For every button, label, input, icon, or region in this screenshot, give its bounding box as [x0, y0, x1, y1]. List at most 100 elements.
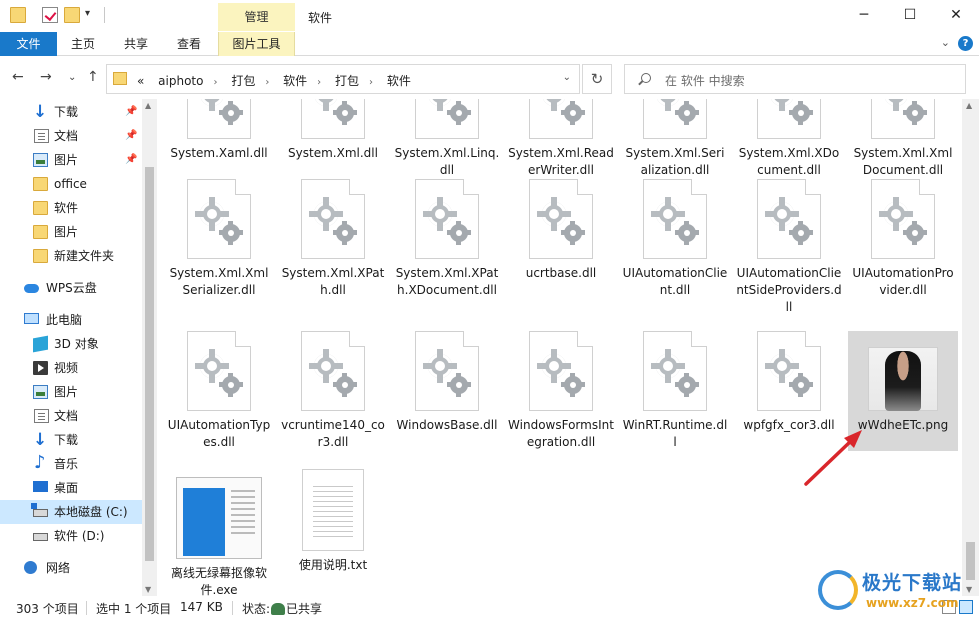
sidebar-item-pictures[interactable]: 图片	[0, 380, 142, 404]
minimize-button[interactable]: ─	[841, 0, 887, 32]
sidebar-item-new-folder[interactable]: 新建文件夹	[0, 244, 142, 268]
sidebar-item-label: 3D 对象	[54, 337, 99, 351]
content-scrollbar[interactable]: ▲ ▼	[962, 99, 979, 596]
file-item[interactable]: UIAutomationClient.dll	[620, 179, 730, 299]
scrollbar-thumb[interactable]	[145, 167, 154, 561]
folder-icon	[113, 72, 127, 85]
file-item[interactable]: System.Xml.XPath.XDocument.dll	[392, 179, 502, 299]
file-item[interactable]: vcruntime140_cor3.dll	[278, 331, 388, 451]
pin-icon[interactable]: 📌	[125, 124, 137, 148]
file-item[interactable]: WindowsBase.dll	[392, 331, 502, 434]
file-name: WindowsBase.dll	[396, 418, 498, 432]
file-item[interactable]: UIAutomationTypes.dll	[164, 331, 274, 451]
file-item[interactable]: System.Xml.XmlDocument.dll	[848, 99, 958, 179]
refresh-button[interactable]: ↻	[582, 64, 612, 94]
sidebar-item-label: office	[54, 177, 87, 191]
file-item[interactable]: System.Xml.Serialization.dll	[620, 99, 730, 179]
file-item[interactable]: System.Xml.ReaderWriter.dll	[506, 99, 616, 179]
sidebar-item-videos[interactable]: 视频	[0, 356, 142, 380]
sidebar-item-documents[interactable]: 文档	[0, 404, 142, 428]
scroll-down-icon[interactable]: ▼	[145, 585, 151, 594]
tab-view[interactable]: 查看	[168, 32, 210, 56]
sidebar-item-documents-pinned[interactable]: 文档 📌	[0, 124, 142, 148]
file-item[interactable]: ucrtbase.dll	[506, 179, 616, 282]
sidebar-item-software[interactable]: 软件	[0, 196, 142, 220]
file-item[interactable]: System.Xml.XmlSerializer.dll	[164, 179, 274, 299]
item-count: 303 个项目	[16, 602, 79, 616]
sidebar-item-this-pc[interactable]: 此电脑	[0, 308, 142, 332]
chevron-right-icon[interactable]: ›	[369, 77, 373, 88]
file-item[interactable]: 离线无绿幕抠像软件.exe	[164, 469, 274, 596]
sidebar-scrollbar[interactable]: ▲ ▼	[142, 99, 157, 596]
sidebar-item-music[interactable]: 音乐	[0, 451, 142, 476]
file-item[interactable]: System.Xml.XDocument.dll	[734, 99, 844, 179]
sidebar-item-downloads-pinned[interactable]: 下载 📌	[0, 100, 142, 124]
sidebar-item-pictures-folder[interactable]: 图片	[0, 220, 142, 244]
watermark: 极光下载站 www.xz7.com	[818, 566, 976, 614]
sidebar-item-office[interactable]: office	[0, 172, 142, 196]
breadcrumb-aiphoto[interactable]: aiphoto	[158, 74, 203, 88]
up-button[interactable]: ↑	[87, 69, 99, 85]
document-icon	[34, 129, 49, 143]
file-item[interactable]: System.Xml.dll	[278, 99, 388, 162]
file-item[interactable]: System.Xaml.dll	[164, 99, 274, 162]
pin-icon[interactable]: 📌	[125, 148, 137, 172]
file-item[interactable]: wpfgfx_cor3.dll	[734, 331, 844, 434]
music-icon	[33, 451, 48, 475]
address-row: ← → ⌄ ↑ « aiphoto › 打包 › 软件 › 打包 › 软件 ⌄ ↻ 在 …	[0, 57, 979, 99]
maximize-button[interactable]: ☐	[887, 0, 933, 32]
file-item[interactable]: 使用说明.txt	[278, 469, 388, 574]
forward-button[interactable]: →	[40, 69, 52, 85]
back-button[interactable]: ←	[12, 69, 24, 85]
file-item[interactable]: UIAutomationProvider.dll	[848, 179, 958, 299]
folder-icon[interactable]	[10, 7, 26, 23]
dll-file-icon	[871, 179, 935, 259]
breadcrumb-overflow[interactable]: «	[137, 74, 144, 88]
properties-icon[interactable]	[42, 7, 58, 23]
address-dropdown-icon[interactable]: ⌄	[563, 72, 571, 83]
chevron-right-icon[interactable]: ›	[265, 77, 269, 88]
sidebar-item-wps-cloud[interactable]: WPS云盘	[0, 276, 142, 300]
sidebar-item-label: 软件 (D:)	[54, 529, 105, 543]
help-icon[interactable]: ?	[958, 36, 973, 51]
file-item[interactable]: WinRT.Runtime.dll	[620, 331, 730, 451]
chevron-right-icon[interactable]: ›	[213, 77, 217, 88]
sidebar-item-downloads[interactable]: 下载	[0, 428, 142, 452]
file-item[interactable]: System.Xml.XPath.dll	[278, 179, 388, 299]
tab-picture-tools[interactable]: 图片工具	[218, 32, 295, 56]
tab-file[interactable]: 文件	[0, 32, 57, 56]
tab-home[interactable]: 主页	[62, 32, 104, 56]
recent-locations-icon[interactable]: ⌄	[68, 72, 76, 83]
tab-manage[interactable]: 管理	[218, 3, 295, 31]
scroll-up-icon[interactable]: ▲	[966, 101, 972, 110]
file-name: System.Xml.XPath.XDocument.dll	[395, 266, 499, 297]
sidebar-item-drive-c[interactable]: 本地磁盘 (C:)	[0, 500, 142, 524]
chevron-right-icon[interactable]: ›	[317, 77, 321, 88]
chevron-down-icon[interactable]: ⌄	[941, 36, 950, 49]
breadcrumb-pack2[interactable]: 打包	[335, 74, 359, 88]
breadcrumb-pack1[interactable]: 打包	[231, 74, 255, 88]
customize-quick-access-icon[interactable]: ▾	[85, 8, 90, 19]
file-item[interactable]: UIAutomationClientSideProviders.dll	[734, 179, 844, 316]
pin-icon[interactable]: 📌	[125, 100, 137, 124]
sidebar-item-desktop[interactable]: 桌面	[0, 476, 142, 500]
close-button[interactable]: ✕	[933, 0, 979, 32]
ribbon-tabs: 文件 主页 共享 查看 图片工具 ⌄?	[0, 32, 979, 56]
new-folder-icon[interactable]	[64, 7, 80, 23]
file-item[interactable]: System.Xml.Linq.dll	[392, 99, 502, 179]
sidebar-item-label: 图片	[54, 225, 79, 239]
file-item[interactable]: WindowsFormsIntegration.dll	[506, 331, 616, 451]
breadcrumb-software2[interactable]: 软件	[387, 74, 411, 88]
breadcrumb-software1[interactable]: 软件	[283, 74, 307, 88]
tab-share[interactable]: 共享	[115, 32, 157, 56]
sidebar-item-drive-d[interactable]: 软件 (D:)	[0, 524, 142, 548]
sidebar-item-3d-objects[interactable]: 3D 对象	[0, 332, 142, 356]
dll-file-icon	[529, 331, 593, 411]
address-bar[interactable]: « aiphoto › 打包 › 软件 › 打包 › 软件 ⌄	[106, 64, 580, 94]
dll-file-icon	[301, 99, 365, 139]
search-input[interactable]: 在 软件 中搜索	[624, 64, 966, 94]
scroll-up-icon[interactable]: ▲	[145, 101, 151, 110]
dll-file-icon	[757, 99, 821, 139]
sidebar-item-pictures-pinned[interactable]: 图片 📌	[0, 148, 142, 172]
sidebar-item-network[interactable]: 网络	[0, 556, 142, 580]
